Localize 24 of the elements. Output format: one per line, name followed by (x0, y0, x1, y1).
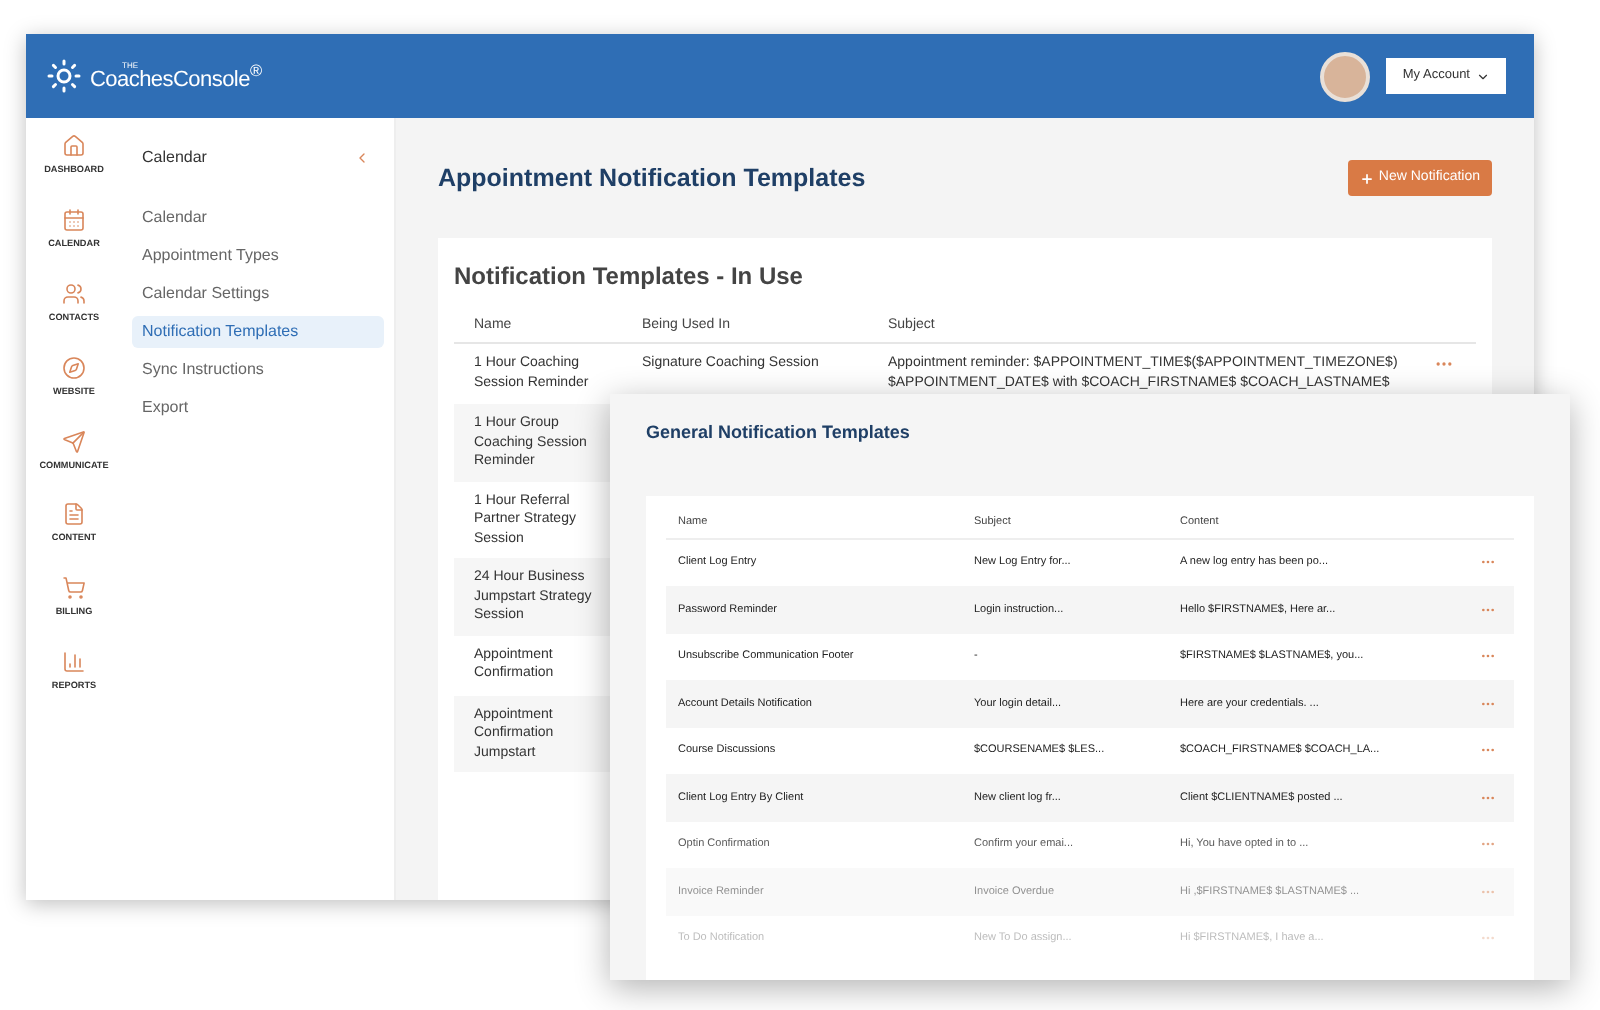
page-title: Appointment Notification Templates (438, 161, 866, 196)
card-title: Notification Templates - In Use (454, 260, 805, 294)
cart-icon (62, 576, 86, 601)
plus-icon (1360, 171, 1375, 185)
nav-item[interactable]: Notification Templates (132, 316, 384, 348)
avatar[interactable] (1320, 51, 1371, 101)
sunburst-logo-icon (46, 58, 82, 94)
people-icon (62, 281, 86, 306)
logo-text: CoachesConsole$^{®}$ (90, 69, 262, 91)
nav-item[interactable]: Export (132, 392, 384, 424)
overlay-title: General Notification Templates (646, 420, 912, 446)
home-icon (61, 134, 86, 158)
collapse-icon[interactable] (354, 150, 370, 166)
compass-icon (62, 355, 86, 380)
nav-item[interactable]: Sync Instructions (132, 354, 384, 386)
document-icon (61, 502, 86, 527)
nav-item[interactable]: Appointment Types (132, 240, 384, 272)
caret-icon (1476, 69, 1490, 83)
nav-item[interactable]: Calendar Settings (132, 278, 384, 310)
bar-chart-icon (62, 650, 86, 675)
calendar-icon (62, 207, 86, 232)
paper-plane-icon (62, 429, 86, 454)
nav-title: Calendar (142, 146, 207, 170)
nav-item[interactable]: Calendar (132, 202, 384, 234)
